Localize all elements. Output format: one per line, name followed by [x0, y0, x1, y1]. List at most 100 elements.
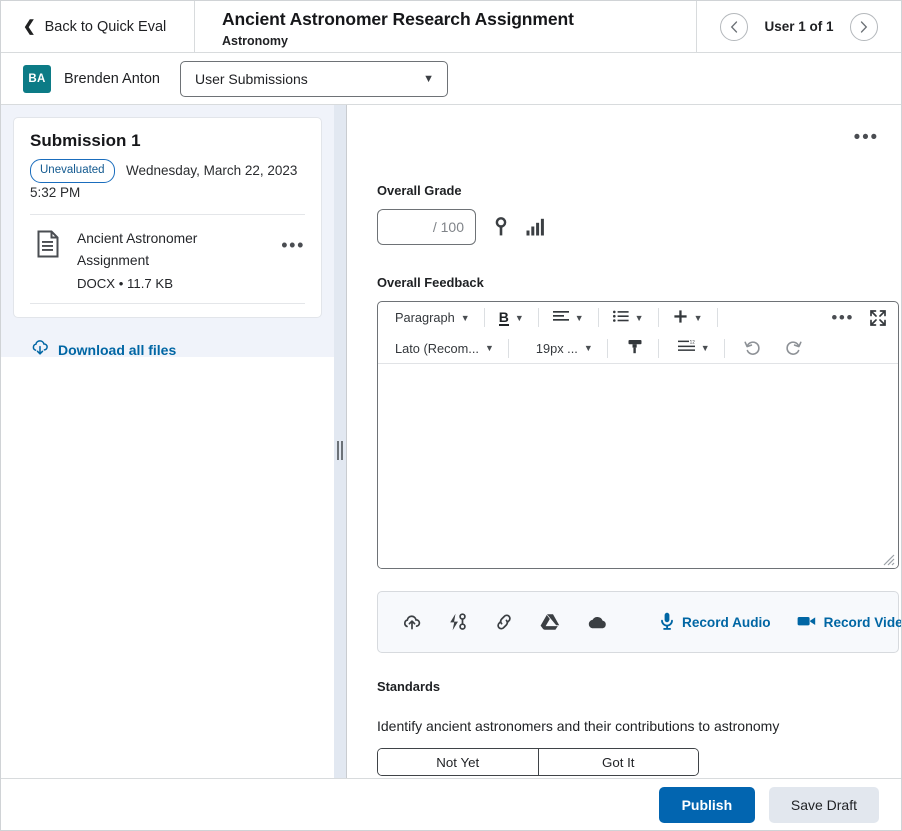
submission-card: Submission 1 Unevaluated Wednesday, Marc… — [13, 117, 322, 318]
submission-title: Submission 1 — [30, 131, 305, 151]
divider — [658, 339, 659, 358]
file-info: Ancient Astronomer Assignment DOCX • 11.… — [77, 228, 264, 291]
save-draft-button[interactable]: Save Draft — [769, 787, 879, 823]
fullscreen-icon[interactable] — [862, 310, 898, 326]
editor-more-options-icon[interactable]: ••• — [823, 313, 862, 323]
submission-view-select[interactable]: User Submissions ▼ — [180, 61, 448, 97]
back-to-quick-eval-button[interactable]: ❮ Back to Quick Eval — [1, 1, 195, 52]
bold-format-dropdown[interactable]: B ▼ — [490, 306, 533, 330]
divider — [724, 339, 725, 358]
feedback-text-area[interactable] — [378, 364, 898, 568]
previous-user-button[interactable] — [720, 13, 748, 41]
submissions-panel-background: Submission 1 Unevaluated Wednesday, Marc… — [1, 105, 334, 357]
chevron-down-icon: ▼ — [635, 313, 644, 323]
insert-dropdown[interactable]: ▼ — [664, 306, 712, 330]
submission-meta: Unevaluated Wednesday, March 22, 2023 5:… — [30, 159, 305, 202]
google-drive-icon[interactable] — [540, 613, 560, 631]
back-button-label: Back to Quick Eval — [45, 19, 167, 35]
editor-toolbar-row-2: Lato (Recom... ▼ 19px ... ▼ — [378, 333, 898, 364]
chevron-down-icon: ▼ — [701, 343, 710, 353]
standard-description: Identify ancient astronomers and their c… — [377, 718, 901, 734]
overall-grade-row — [377, 209, 901, 245]
avatar: BA — [23, 65, 51, 93]
download-all-files-button[interactable]: Download all files — [13, 318, 322, 359]
insert-link-icon[interactable] — [494, 613, 514, 631]
record-audio-label: Record Audio — [682, 615, 771, 630]
undo-icon — [744, 340, 761, 356]
student-toolbar: BA Brenden Anton User Submissions ▼ — [1, 53, 901, 105]
editor-toolbar-row-1: Paragraph ▼ B ▼ — [378, 302, 898, 333]
line-spacing-dropdown[interactable]: 123 ▼ — [664, 336, 719, 360]
divider — [658, 308, 659, 327]
submission-view-selected-label: User Submissions — [195, 71, 308, 87]
publish-button[interactable]: Publish — [659, 787, 755, 823]
upload-cloud-icon[interactable] — [402, 613, 422, 631]
redo-icon — [785, 340, 802, 356]
user-position-label: User 1 of 1 — [764, 19, 833, 34]
content-area: Submission 1 Unevaluated Wednesday, Marc… — [1, 105, 901, 831]
status-badge: Unevaluated — [30, 159, 115, 183]
divider — [717, 308, 718, 327]
attachment-toolbar: Record Audio Record Video — [377, 591, 899, 653]
next-user-button[interactable] — [850, 13, 878, 41]
download-all-files-label: Download all files — [58, 342, 176, 358]
list-dropdown[interactable]: ▼ — [604, 306, 653, 330]
chevron-down-icon: ▼ — [423, 73, 434, 85]
onedrive-icon[interactable] — [586, 613, 608, 631]
video-camera-icon — [797, 614, 816, 631]
quicklink-icon[interactable] — [448, 613, 468, 631]
undo-button[interactable] — [730, 340, 769, 356]
rubric-key-icon[interactable] — [494, 217, 508, 237]
line-spacing-icon: 123 — [678, 340, 695, 357]
chevron-left-icon: ❮ — [23, 19, 36, 34]
chevron-down-icon: ▼ — [515, 313, 524, 323]
page-title: Ancient Astronomer Research Assignment — [222, 9, 696, 31]
standards-label: Standards — [377, 679, 901, 694]
font-size-label: 19px ... — [536, 341, 578, 356]
submissions-pane: Submission 1 Unevaluated Wednesday, Marc… — [1, 105, 334, 831]
record-video-button[interactable]: Record Video — [797, 614, 902, 631]
chevron-left-icon — [730, 21, 738, 33]
file-name: Ancient Astronomer Assignment — [77, 231, 197, 268]
course-name: Astronomy — [222, 34, 696, 48]
user-navigation: User 1 of 1 — [697, 1, 901, 52]
format-painter-icon — [627, 338, 644, 358]
divider — [538, 308, 539, 327]
chevron-down-icon: ▼ — [485, 343, 494, 353]
action-footer: Publish Save Draft — [1, 778, 901, 830]
paragraph-style-dropdown[interactable]: Paragraph ▼ — [386, 306, 479, 330]
bold-icon: B — [499, 310, 509, 326]
svg-text:123: 123 — [689, 340, 694, 344]
chevron-down-icon: ▼ — [694, 313, 703, 323]
divider — [607, 339, 608, 358]
microphone-icon — [660, 612, 674, 633]
record-audio-button[interactable]: Record Audio — [660, 612, 771, 633]
align-left-icon — [553, 310, 569, 326]
student-name: Brenden Anton — [64, 71, 160, 87]
paragraph-style-label: Paragraph — [395, 310, 455, 325]
file-meta: DOCX • 11.7 KB — [77, 276, 264, 291]
font-family-dropdown[interactable]: Lato (Recom... ▼ — [386, 336, 503, 360]
redo-button[interactable] — [769, 340, 810, 356]
plus-icon — [673, 309, 688, 327]
resize-grip-icon — [337, 441, 344, 460]
assignment-header: Ancient Astronomer Research Assignment A… — [195, 1, 697, 52]
file-options-icon[interactable]: ••• — [281, 228, 305, 250]
chevron-down-icon: ▼ — [575, 313, 584, 323]
submitted-file-row[interactable]: Ancient Astronomer Assignment DOCX • 11.… — [30, 215, 305, 303]
divider — [508, 339, 509, 358]
standard-option-not-yet[interactable]: Not Yet — [378, 749, 538, 775]
pane-resize-handle[interactable] — [334, 105, 346, 831]
grade-input[interactable] — [377, 209, 476, 245]
standard-option-got-it[interactable]: Got It — [538, 749, 699, 775]
evaluation-options-icon[interactable]: ••• — [854, 133, 879, 143]
chevron-right-icon — [860, 21, 868, 33]
statistics-bar-icon[interactable] — [526, 218, 546, 236]
font-family-label: Lato (Recom... — [395, 341, 479, 356]
bulleted-list-icon — [613, 310, 629, 326]
evaluation-screen: ❮ Back to Quick Eval Ancient Astronomer … — [0, 0, 902, 831]
format-painter-button[interactable] — [613, 336, 653, 360]
font-size-dropdown[interactable]: 19px ... ▼ — [514, 336, 602, 360]
resize-grip-icon[interactable] — [881, 552, 895, 566]
align-dropdown[interactable]: ▼ — [544, 306, 593, 330]
